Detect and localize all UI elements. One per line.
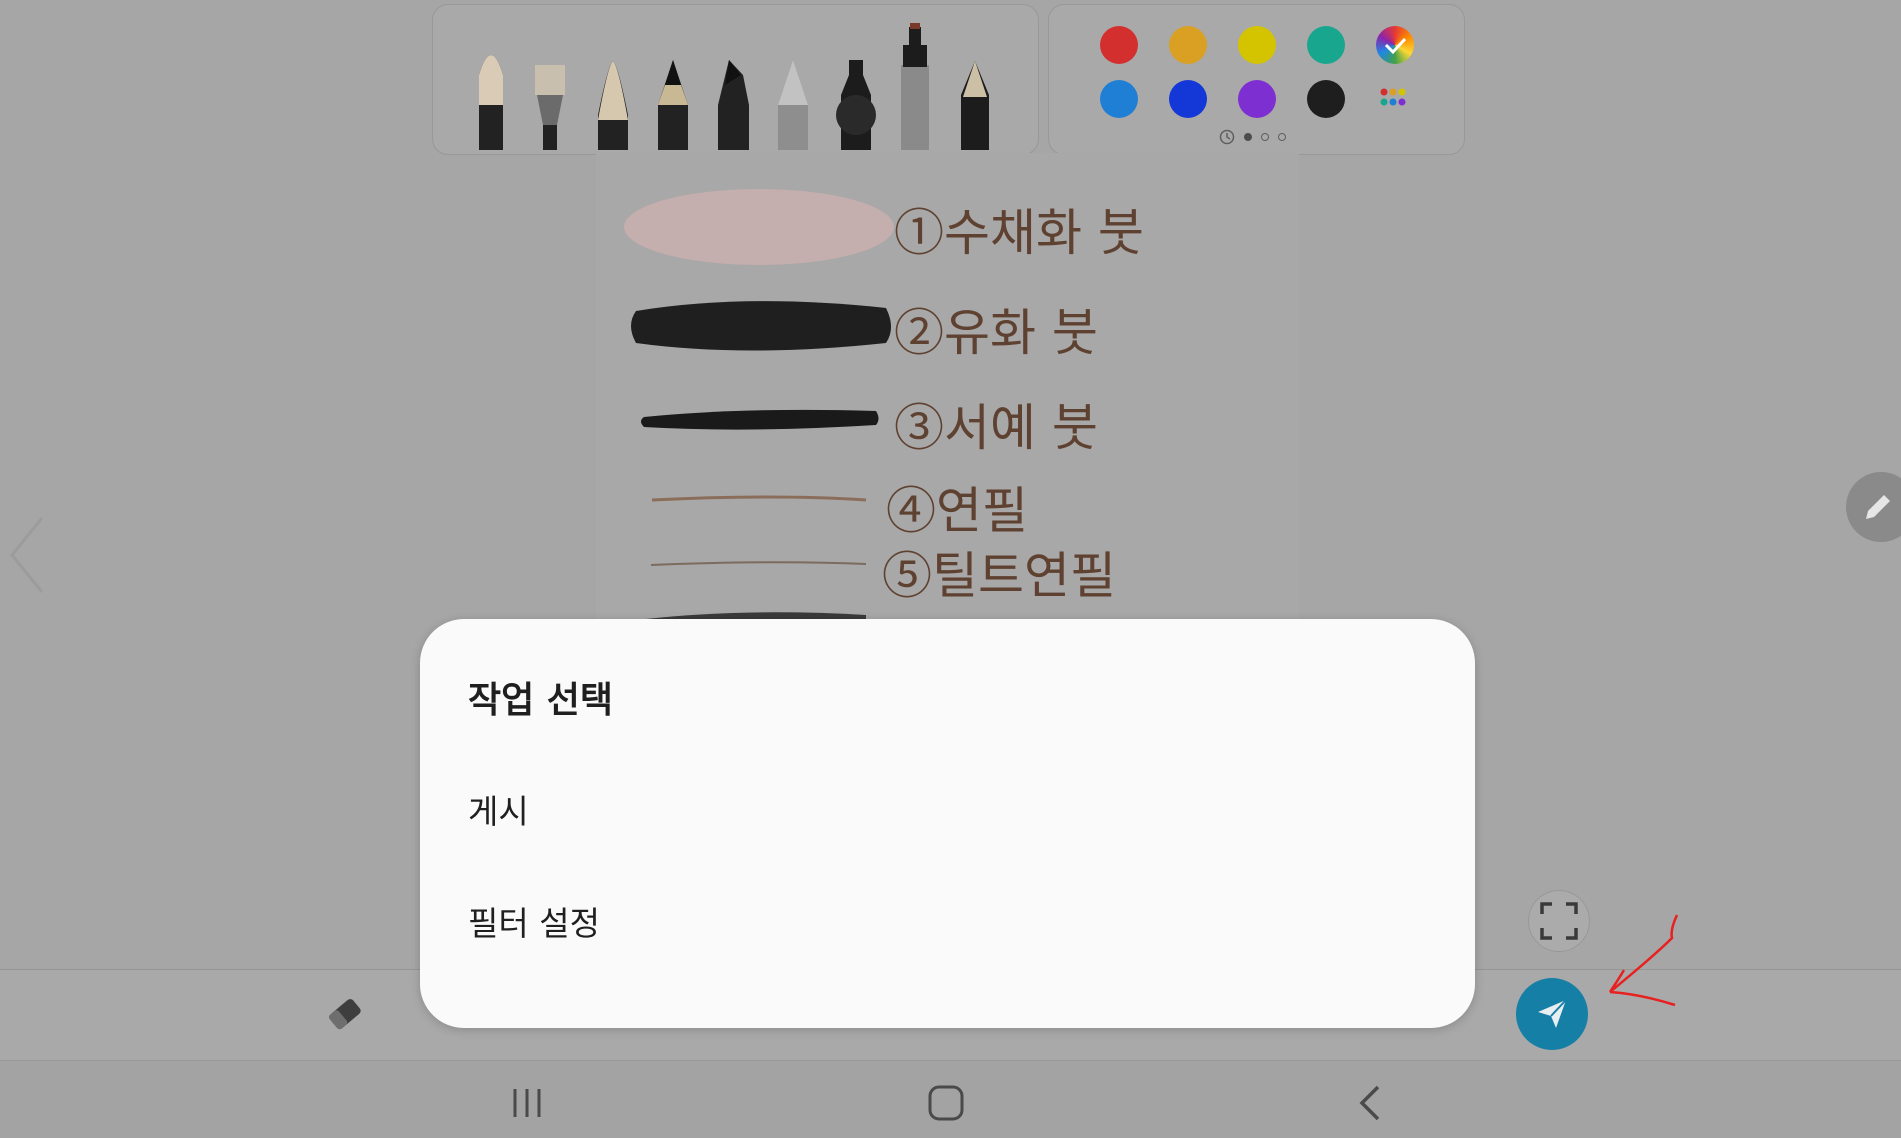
oil-brush-icon[interactable] — [535, 65, 565, 150]
fit-screen-button[interactable] — [1528, 890, 1590, 952]
fountain-pen-icon[interactable] — [961, 61, 989, 150]
post-option[interactable]: 게시 — [468, 772, 1427, 852]
color-swatch-yellow[interactable] — [1238, 26, 1276, 64]
tilt-pencil-stroke — [650, 561, 867, 566]
back-icon[interactable] — [1350, 1083, 1390, 1123]
color-swatch-black[interactable] — [1307, 80, 1345, 118]
color-swatch-blue[interactable] — [1100, 80, 1138, 118]
color-swatch-teal[interactable] — [1307, 26, 1345, 64]
pencil-icon[interactable] — [658, 60, 688, 150]
send-button[interactable] — [1516, 978, 1588, 1050]
brush-label-1: ①수채화 붓 — [894, 204, 1144, 262]
edit-button[interactable] — [1846, 472, 1901, 542]
page-dot-2[interactable] — [1261, 133, 1269, 141]
brush-label-4: ④연필 — [886, 482, 1028, 540]
watercolor-brush-icon[interactable] — [479, 55, 503, 150]
tilt-pencil-icon[interactable] — [718, 60, 749, 150]
pencil-edit-icon — [1866, 495, 1890, 519]
checkmark-icon — [1384, 37, 1407, 55]
page-dot-1[interactable] — [1244, 133, 1252, 141]
oil-stroke — [631, 301, 891, 351]
brush-label-2: ②유화 붓 — [894, 304, 1098, 362]
watercolor-stroke — [624, 189, 894, 265]
pencil-stroke — [651, 495, 867, 502]
eraser-icon[interactable] — [325, 994, 365, 1034]
custom-color-icon[interactable] — [1376, 26, 1414, 64]
fullscreen-icon — [1540, 902, 1578, 940]
action-select-dialog: 작업 선택 게시 필터 설정 — [420, 619, 1475, 1028]
pen-tools-svg — [479, 23, 989, 150]
previous-page-icon[interactable] — [6, 510, 46, 600]
drawing-canvas[interactable]: ①수채화 붓 ②유화 붓 ③서예 붓 ④연필 ⑤틸트연필 — [596, 153, 1299, 623]
pen-palette — [432, 4, 1039, 155]
color-swatch-purple[interactable] — [1238, 80, 1276, 118]
recent-apps-icon[interactable] — [507, 1083, 547, 1123]
more-colors-icon[interactable] — [1379, 87, 1413, 113]
palette-page-indicator — [1219, 129, 1286, 145]
brush-label-3: ③서예 붓 — [894, 399, 1098, 457]
app-screen: ①수채화 붓 ②유화 붓 ③서예 붓 ④연필 ⑤틸트연필 작업 선택 게시 필터… — [0, 0, 1901, 1138]
calligraphy-brush-icon[interactable] — [598, 61, 628, 150]
dialog-title: 작업 선택 — [468, 680, 614, 721]
home-icon[interactable] — [926, 1083, 966, 1123]
color-swatch-dark-blue[interactable] — [1169, 80, 1207, 118]
calligraphy-stroke — [641, 409, 879, 430]
recent-colors-icon[interactable] — [1219, 129, 1235, 145]
send-icon — [1538, 999, 1567, 1028]
color-palette — [1048, 4, 1465, 155]
brush-label-5: ⑤틸트연필 — [882, 547, 1116, 605]
annotation-arrow-icon — [1608, 914, 1679, 1007]
color-swatch-red[interactable] — [1100, 26, 1138, 64]
color-swatch-orange[interactable] — [1169, 26, 1207, 64]
page-dot-3[interactable] — [1278, 133, 1286, 141]
marker-icon[interactable] — [836, 60, 876, 150]
system-nav-bar — [0, 1060, 1901, 1138]
filter-settings-option[interactable]: 필터 설정 — [468, 884, 1427, 964]
highlighter-icon[interactable] — [901, 23, 929, 150]
gray-pencil-icon[interactable] — [778, 60, 808, 150]
